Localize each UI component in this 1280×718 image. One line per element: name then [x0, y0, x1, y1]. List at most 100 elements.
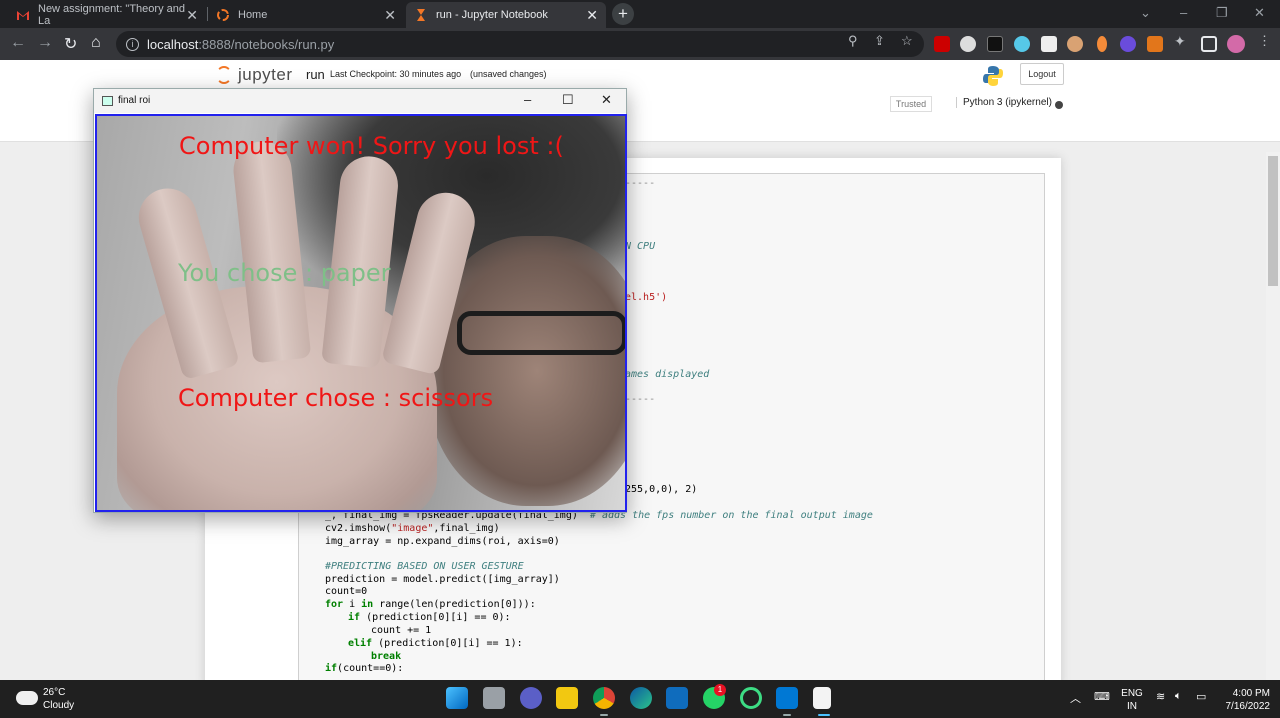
clock-time: 4:00 PM	[1232, 688, 1270, 699]
weather-description[interactable]: Cloudy	[43, 700, 74, 711]
wifi-icon[interactable]: ≋	[1156, 690, 1165, 703]
hourglass-icon	[414, 8, 428, 22]
notebook-name[interactable]: run	[306, 67, 325, 82]
menu-dots-icon[interactable]: ⋮	[1258, 33, 1271, 49]
extension-drop-icon[interactable]	[1097, 36, 1107, 52]
python-logo-icon	[982, 65, 1004, 87]
language-indicator[interactable]: ENG IN	[1120, 687, 1144, 713]
minimize-icon[interactable]: –	[524, 92, 531, 107]
browser-toolbar: ← → ↻ ⌂ i localhost :8888/notebooks/run.…	[0, 28, 1280, 60]
teams-chat-icon[interactable]	[520, 687, 542, 709]
active-indicator	[818, 714, 830, 716]
page-scrollbar[interactable]	[1266, 152, 1280, 680]
browser-tab-bar: New assignment: "Theory and La ✕ Home ✕ …	[0, 0, 1280, 28]
tab-label: run - Jupyter Notebook	[436, 9, 548, 21]
code-comment: #PREDICTING BASED ON USER GESTURE	[325, 561, 524, 572]
edge-icon[interactable]	[630, 687, 652, 709]
final-roi-window[interactable]: final roi – ☐ ✕ Computer won! Sorry you …	[93, 88, 627, 513]
code-line: for i in range(len(prediction[0])):	[325, 599, 536, 610]
tab-run-notebook[interactable]: run - Jupyter Notebook ✕	[406, 2, 606, 28]
metamask-icon[interactable]	[1147, 36, 1163, 52]
extension-face-icon[interactable]	[1067, 36, 1083, 52]
restore-icon[interactable]: ❐	[1216, 5, 1228, 21]
vscode-icon[interactable]	[776, 687, 798, 709]
share-icon[interactable]: ⇪	[874, 33, 885, 49]
extension-gear-icon[interactable]	[1120, 36, 1136, 52]
kernel-name[interactable]: Python 3 (ipykernel)	[956, 97, 1052, 108]
chevron-up-icon[interactable]: ︿	[1070, 690, 1081, 706]
code-fragment: 255,0,0), 2)	[625, 484, 698, 495]
code-line: cv2.imshow("image",final_img)	[325, 523, 500, 534]
notepad-icon[interactable]	[813, 687, 831, 709]
extension-ghost-icon[interactable]	[960, 36, 976, 52]
reload-icon[interactable]: ↻	[64, 34, 77, 54]
code-fragment: -----	[625, 178, 656, 189]
code-line: count=0	[325, 586, 368, 597]
code-line: if (prediction[0][i] == 0):	[348, 612, 511, 623]
extension-forward-icon[interactable]	[987, 36, 1003, 52]
region-code: IN	[1127, 701, 1137, 712]
cloud-icon[interactable]	[16, 691, 38, 705]
clock-date: 7/16/2022	[1225, 701, 1271, 712]
close-icon[interactable]: ✕	[186, 7, 198, 24]
running-indicator	[783, 714, 791, 716]
code-fragment: N CPU	[625, 241, 656, 252]
last-checkpoint: Last Checkpoint: 30 minutes ago	[330, 69, 462, 79]
extensions-puzzle-icon[interactable]: ✦	[1174, 33, 1186, 50]
keyboard-icon[interactable]: ⌨	[1094, 690, 1110, 703]
logout-button[interactable]: Logout	[1020, 63, 1064, 85]
code-line: count += 1	[371, 625, 432, 636]
unsaved-changes: (unsaved changes)	[470, 69, 547, 79]
chevron-down-icon[interactable]: ⌄	[1140, 5, 1151, 21]
battery-icon[interactable]: ▭	[1196, 690, 1206, 703]
language-code: ENG	[1121, 688, 1143, 699]
bookmark-star-icon[interactable]: ☆	[901, 33, 913, 49]
close-window-icon[interactable]: ✕	[1254, 5, 1265, 21]
code-fragment: -----	[625, 394, 656, 405]
new-tab-button[interactable]: +	[612, 3, 634, 25]
volume-icon[interactable]: 🔈︎	[1175, 690, 1182, 703]
minimize-icon[interactable]: –	[1180, 5, 1187, 20]
home-icon[interactable]: ⌂	[91, 34, 101, 52]
kernel-status-icon	[1055, 101, 1063, 109]
code-fragment: ames displayed	[625, 369, 710, 380]
extension-b-icon[interactable]	[1041, 36, 1057, 52]
jupyter-logo-text: jupyter	[238, 65, 293, 84]
system-clock[interactable]: 4:00 PM 7/16/2022	[1222, 687, 1271, 713]
jupyter-logo[interactable]: jupyter	[216, 65, 293, 85]
roi-window-titlebar[interactable]: final roi – ☐ ✕	[94, 89, 626, 113]
zoom-icon[interactable]: ⚲	[848, 33, 858, 49]
profile-avatar[interactable]	[1227, 35, 1245, 53]
weather-temperature[interactable]: 26°C	[43, 687, 65, 698]
task-view-icon[interactable]	[483, 687, 505, 709]
mail-icon[interactable]	[666, 687, 688, 709]
close-icon[interactable]: ✕	[586, 7, 598, 24]
file-explorer-icon[interactable]	[556, 687, 578, 709]
tab-home[interactable]: Home ✕	[208, 2, 404, 28]
windows-start-icon[interactable]	[446, 687, 468, 709]
webcam-glasses	[457, 311, 625, 355]
close-icon[interactable]: ✕	[601, 92, 612, 108]
code-line: break	[371, 651, 402, 662]
ublock-icon[interactable]	[934, 36, 950, 52]
jupyter-logo-icon	[216, 66, 232, 84]
back-icon[interactable]: ←	[10, 34, 26, 52]
side-panel-icon[interactable]	[1201, 36, 1217, 52]
info-icon[interactable]: i	[126, 37, 139, 51]
close-icon[interactable]: ✕	[384, 7, 396, 24]
code-fragment: el.h5')	[625, 292, 668, 303]
game-result-text: Computer won! Sorry you lost :(	[179, 132, 564, 160]
address-bar[interactable]: i localhost :8888/notebooks/run.py	[116, 31, 924, 57]
loading-app-icon[interactable]	[740, 687, 762, 709]
tab-gmail[interactable]: New assignment: "Theory and La ✕	[8, 2, 206, 28]
scrollbar-thumb[interactable]	[1268, 156, 1278, 286]
tab-label: New assignment: "Theory and La	[38, 3, 185, 27]
window-app-icon	[102, 96, 113, 106]
forward-icon[interactable]: →	[37, 34, 53, 52]
trusted-indicator[interactable]: Trusted	[890, 96, 932, 112]
maximize-icon[interactable]: ☐	[562, 92, 574, 108]
code-line: elif (prediction[0][i] == 1):	[348, 638, 523, 649]
chrome-icon[interactable]	[593, 687, 615, 709]
roi-window-title: final roi	[118, 95, 151, 106]
react-devtools-icon[interactable]	[1014, 36, 1030, 52]
